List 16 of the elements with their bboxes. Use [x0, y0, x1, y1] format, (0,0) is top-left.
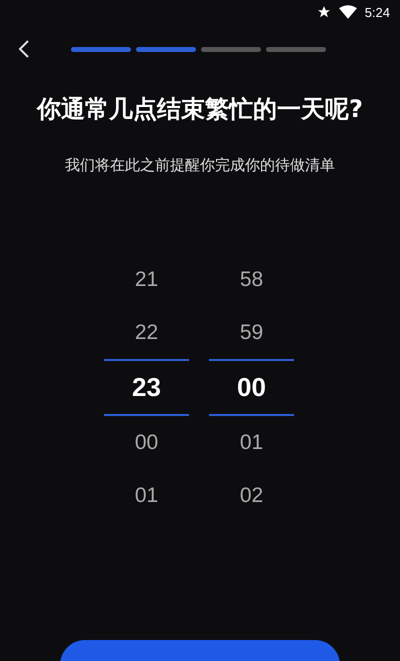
picker-item[interactable]: 00 [209, 359, 294, 416]
wifi-icon [338, 5, 357, 19]
picker-item[interactable]: 00 [104, 416, 189, 469]
picker-item[interactable]: 02 [209, 469, 294, 522]
picker-item[interactable]: 59 [209, 306, 294, 359]
subtitle: 我们将在此之前提醒你完成你的待做清单 [65, 156, 335, 175]
picker-item[interactable]: 23 [104, 359, 189, 416]
status-time: 5:24 [364, 4, 390, 20]
picker-item[interactable]: 21 [104, 253, 189, 306]
picker-item[interactable]: 58 [209, 253, 294, 306]
picker-item[interactable]: 22 [104, 306, 189, 359]
back-icon[interactable] [18, 39, 30, 59]
question-title: 你通常几点结束繁忙的一天呢? [35, 94, 364, 125]
star-icon [316, 5, 331, 19]
picker-item[interactable]: 01 [209, 416, 294, 469]
picker-item[interactable]: 01 [104, 469, 189, 522]
